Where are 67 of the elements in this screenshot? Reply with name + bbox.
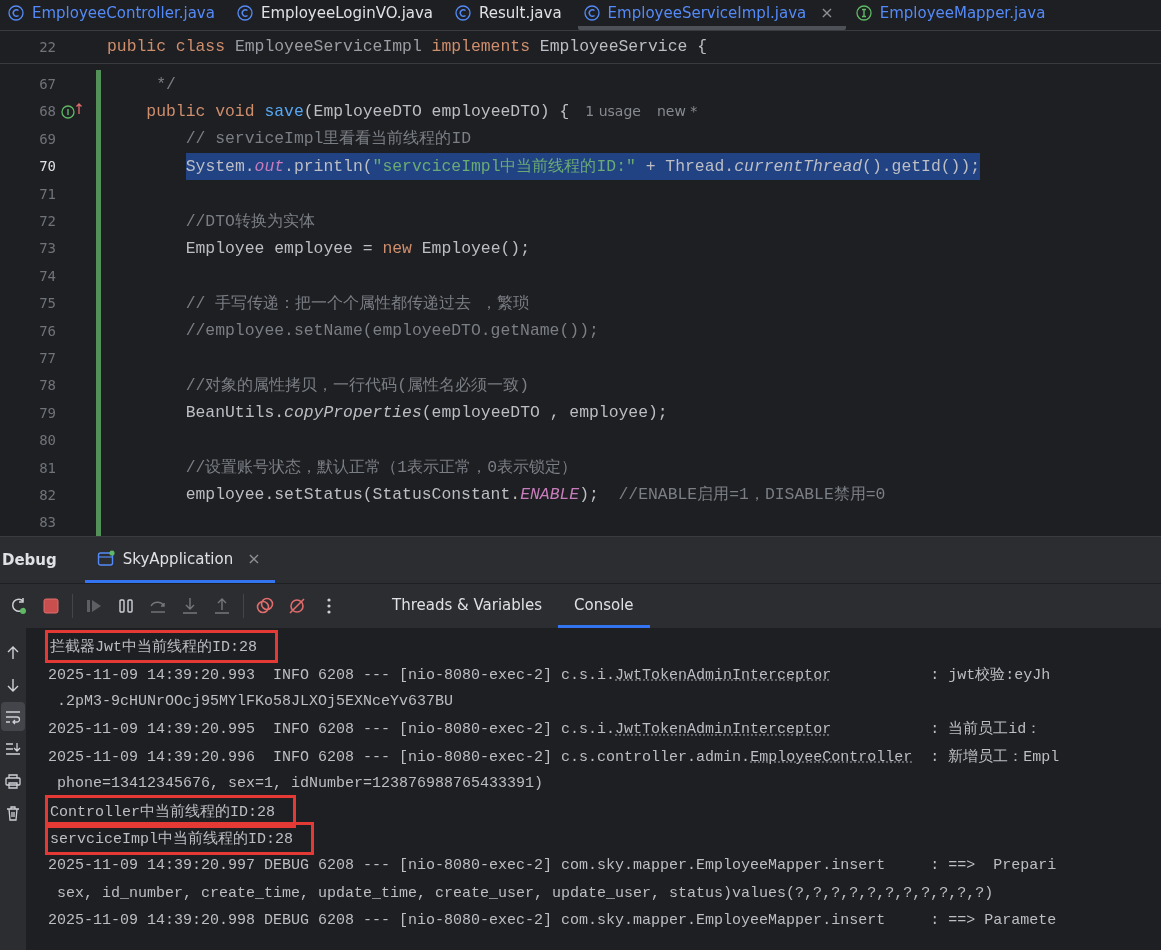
soft-wrap-icon — [4, 708, 22, 725]
down-arrow-icon — [5, 676, 21, 693]
line-number: 72 — [38, 213, 57, 229]
editor-tab[interactable]: Result.java — [449, 0, 574, 30]
code-line: //employee.setName(employeeDTO.getName()); — [184, 320, 599, 343]
session-tab[interactable]: SkyApplication × — [84, 537, 275, 583]
clear-icon — [5, 804, 21, 821]
scroll-to-end-icon — [4, 740, 22, 757]
editor-tab[interactable]: EmployeeMapper.java — [849, 0, 1058, 30]
panel-title: Debug — [1, 550, 58, 571]
code-line: employee.setStatus(StatusConstant.ENABLE); //ENABLE启用=1，DISABLE禁用=0 — [184, 484, 886, 507]
console-line: 2025-11-09 14:39:20.993 INFO 6208 --- [nio-8080-exec-2] c.s.i.JwtTokenAdminInterceptor : jwt校验:eyJh — [48, 665, 1051, 684]
line-number: 71 — [38, 185, 57, 202]
mute-breakpoints-icon — [287, 596, 307, 616]
line-number: 69 — [38, 130, 57, 147]
console-line: 2025-11-09 14:39:20.995 INFO 6208 --- [nio-8080-exec-2] c.s.i.JwtTokenAdminInterceptor : 当前员工id： — [48, 719, 1042, 739]
code-line: //对象的属性拷贝，一行代码(属性名必须一致) — [184, 374, 530, 397]
line-number: 81 — [38, 459, 57, 476]
code-line: */ — [155, 73, 176, 96]
code-line: //DTO转换为实体 — [184, 210, 315, 233]
console-line: 2025-11-09 14:39:20.996 INFO 6208 --- [nio-8080-exec-2] c.s.controller.admin.EmployeeController : 新增员工：Empl — [48, 747, 1060, 766]
more-icon — [326, 596, 332, 616]
line-number: 73 — [38, 240, 57, 257]
line-number: 67 — [38, 76, 57, 93]
console-line: 拦截器Jwt中当前线程的ID:28 — [48, 633, 275, 661]
stop-icon — [42, 597, 60, 615]
implements-icon[interactable] — [60, 102, 84, 121]
line-number: 68 — [38, 103, 57, 120]
code-line: public void save(EmployeeDTO employeeDTO) { — [145, 100, 570, 123]
code-line: BeanUtils.copyProperties(employeeDTO , employee); — [184, 402, 668, 425]
window-icon — [96, 549, 115, 568]
code-line: // serviceImpl里看看当前线程的ID — [184, 128, 472, 151]
console-line: 2025-11-09 14:39:20.997 DEBUG 6208 --- [nio-8080-exec-2] com.sky.mapper.EmployeeMapper.insert : ==> Prepari — [48, 857, 1057, 875]
line-number: 80 — [38, 432, 57, 449]
line-number: 22 — [38, 38, 57, 55]
pause-icon — [117, 597, 135, 615]
up-arrow-icon — [5, 644, 21, 661]
line-number: 83 — [38, 514, 57, 531]
line-number: 74 — [38, 267, 57, 284]
line-number: 75 — [38, 295, 57, 312]
inlay-hint[interactable]: 1 usage — [585, 103, 641, 120]
console-line: phone=13412345676, sex=1, idNumber=123876988765433391) — [56, 775, 544, 793]
rerun-icon — [9, 596, 29, 616]
line-number: 77 — [38, 349, 57, 366]
print-icon — [4, 772, 22, 789]
step-into-icon — [180, 596, 200, 616]
code-line: //设置账号状态，默认正常（1表示正常，0表示锁定） — [184, 457, 578, 479]
code-line: // 手写传递：把一个个属性都传递过去 ，繁琐 — [184, 292, 530, 315]
line-number: 79 — [38, 404, 57, 421]
code-line: public class EmployeeServiceImpl implements EmployeeService { — [107, 36, 708, 59]
editor-tab[interactable]: EmployeeController.java — [2, 0, 227, 30]
line-number: 76 — [38, 322, 57, 339]
line-number: 78 — [38, 377, 57, 394]
view-breakpoints-icon — [255, 596, 275, 616]
console-line: Controller中当前线程的ID:28 — [48, 797, 294, 825]
line-number: 70 — [38, 158, 57, 175]
line-number: 82 — [38, 486, 57, 503]
code-line: Employee employee = new Employee(); — [184, 237, 530, 260]
panel-tab[interactable]: Threads & Variables — [376, 584, 559, 628]
inlay-hint[interactable]: new * — [656, 103, 698, 120]
editor-tab[interactable]: EmployeeLoginVO.java — [230, 0, 446, 30]
step-out-icon — [212, 596, 232, 616]
console-line: .2pM3-9cHUNrOOcj95MYlFKo58JLXOj5EXNceYv637BU — [56, 692, 454, 710]
console-line: sex, id_number, create_time, update_time, create_user, update_user, status)values(?,?,?,?,?,?,?,?,?,?,?) — [56, 884, 994, 902]
console-line: servciceImpl中当前线程的ID:28 — [48, 824, 312, 852]
console-line: 2025-11-09 14:39:20.998 DEBUG 6208 --- [nio-8080-exec-2] com.sky.mapper.EmployeeMapper.insert : ==> Paramete — [48, 912, 1057, 930]
soft-wrap-button[interactable] — [1, 702, 25, 731]
